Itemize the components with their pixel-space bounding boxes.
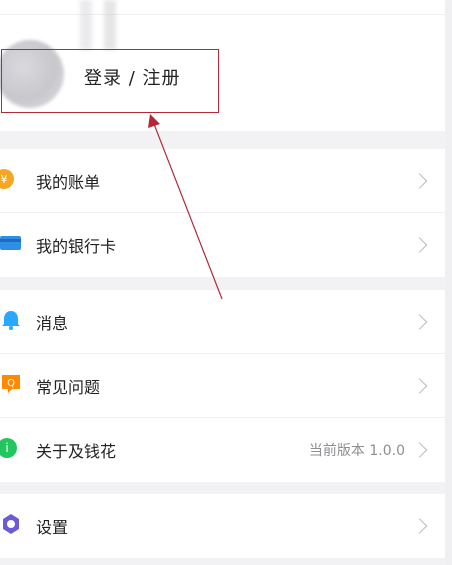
annotation-arrow: [148, 114, 223, 300]
